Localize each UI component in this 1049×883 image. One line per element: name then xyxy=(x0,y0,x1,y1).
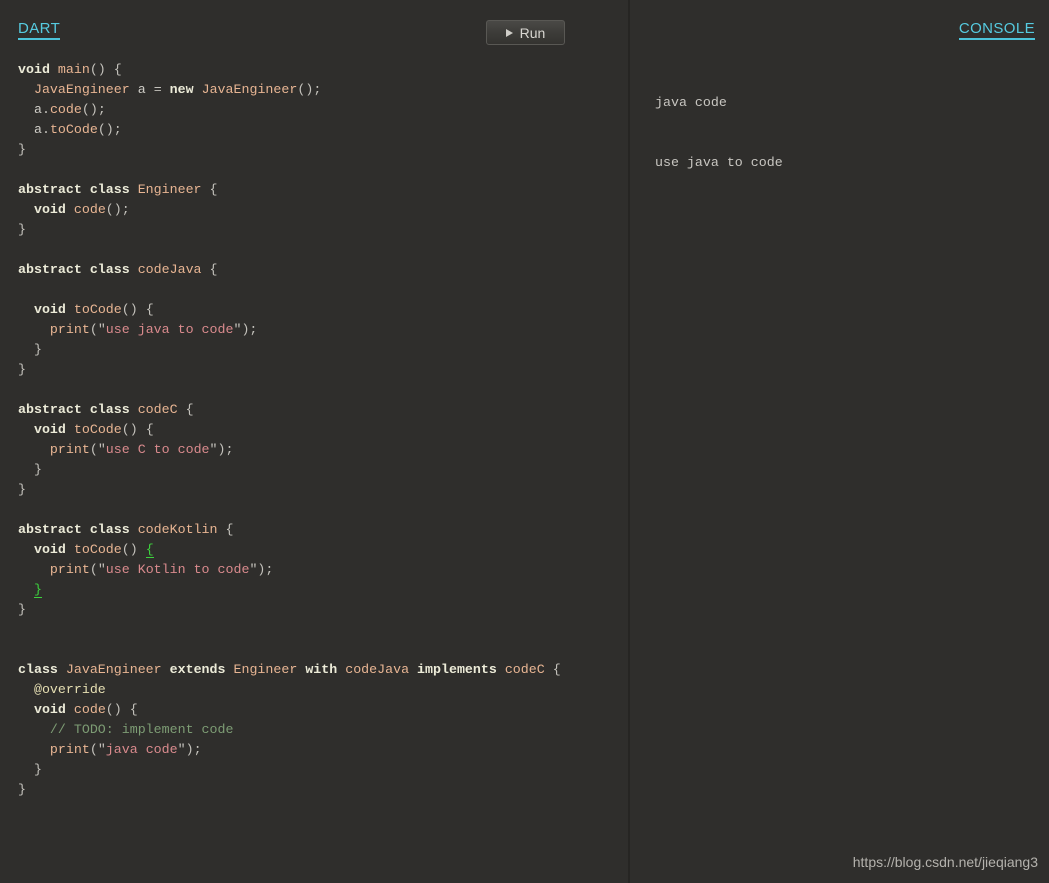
code-line: class JavaEngineer extends Engineer with… xyxy=(18,662,561,677)
code-line: void toCode() { xyxy=(33,542,154,558)
code-line: a.code(); xyxy=(33,102,106,117)
code-line: } xyxy=(18,580,561,600)
code-line: @override xyxy=(33,682,106,697)
code-line: void code(); xyxy=(33,202,130,217)
code-line: // TODO: implement code xyxy=(49,722,234,737)
code-line: void main() { xyxy=(18,62,122,77)
code-line: } xyxy=(18,782,26,797)
console-pane: CONSOLE java code use java to code https… xyxy=(630,0,1049,883)
console-output-line: java code xyxy=(655,95,727,110)
run-button-label: Run xyxy=(519,24,546,41)
code-line: } xyxy=(18,362,26,377)
code-line: abstract class codeKotlin { xyxy=(18,522,234,537)
code-editor[interactable]: void main() { JavaEngineer a = new JavaE… xyxy=(18,60,561,800)
code-line: void toCode() { xyxy=(33,422,154,437)
code-line: } xyxy=(33,762,42,777)
code-line: abstract class codeC { xyxy=(18,402,194,417)
dart-language-tab[interactable]: DART xyxy=(18,21,61,40)
watermark: https://blog.csdn.net/jieqiang3 xyxy=(852,854,1038,870)
code-line: print("use java to code"); xyxy=(49,322,258,337)
matching-brace-close: } xyxy=(33,582,42,598)
code-line: } xyxy=(33,342,42,357)
code-line: } xyxy=(33,462,42,477)
code-line: } xyxy=(18,482,26,497)
code-line: abstract class Engineer { xyxy=(18,182,218,197)
code-line: print("java code"); xyxy=(49,742,202,757)
editor-pane: DART Run void main() { JavaEngineer a = … xyxy=(0,0,630,883)
console-output: java code use java to code xyxy=(655,53,783,213)
console-output-line: use java to code xyxy=(655,155,783,170)
code-line: JavaEngineer a = new JavaEngineer(); xyxy=(33,82,322,97)
code-line: void toCode() { xyxy=(33,302,154,317)
run-button[interactable]: Run xyxy=(486,20,565,45)
code-line: } xyxy=(18,602,26,617)
code-line: print("use C to code"); xyxy=(49,442,234,457)
matching-brace-open: { xyxy=(145,542,154,558)
play-triangle-icon xyxy=(505,28,513,37)
code-line: } xyxy=(18,222,26,237)
code-line: void code() { xyxy=(33,702,138,717)
editor-header: DART Run xyxy=(0,0,628,46)
code-line: print("use Kotlin to code"); xyxy=(49,562,274,577)
code-line: } xyxy=(18,142,26,157)
dartpad-app: DART Run void main() { JavaEngineer a = … xyxy=(0,0,1049,883)
code-line: a.toCode(); xyxy=(33,122,122,137)
code-line: abstract class codeJava { xyxy=(18,262,218,277)
console-tab[interactable]: CONSOLE xyxy=(958,21,1035,40)
